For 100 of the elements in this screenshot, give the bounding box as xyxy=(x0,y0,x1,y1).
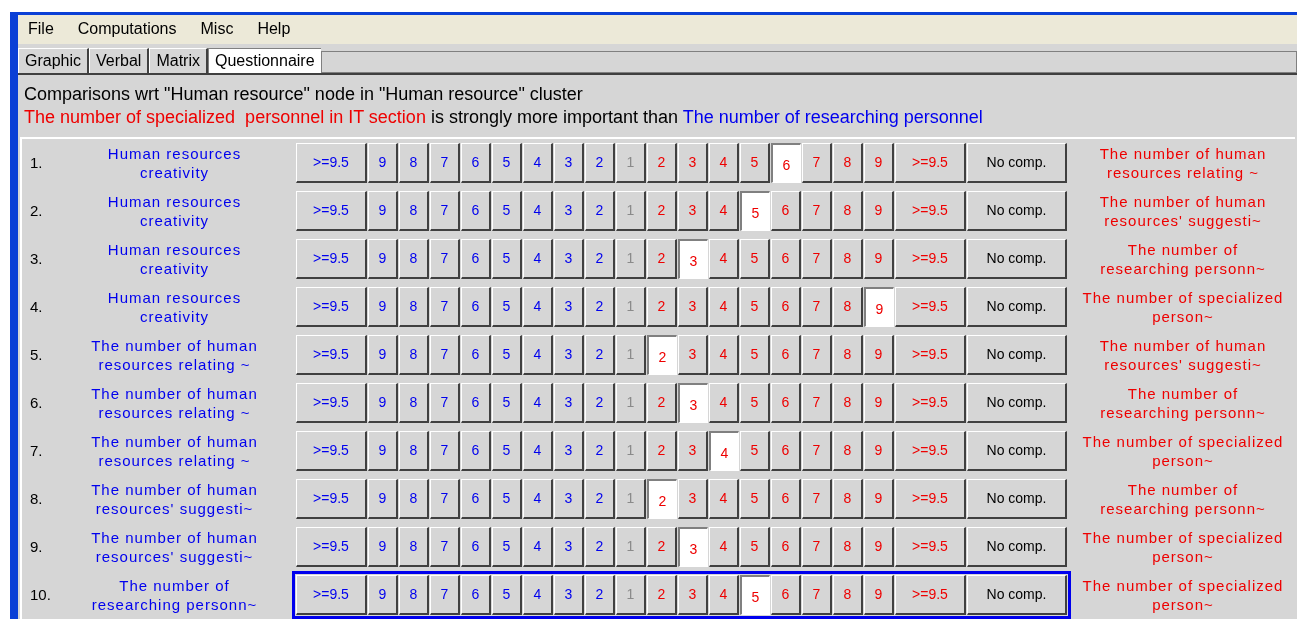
scale-button[interactable]: >=9.5 xyxy=(296,287,367,327)
scale-button[interactable]: 6 xyxy=(461,431,491,471)
scale-button[interactable]: 8 xyxy=(399,143,429,183)
scale-button[interactable]: 8 xyxy=(399,335,429,375)
scale-button[interactable]: No comp. xyxy=(967,527,1067,567)
scale-button[interactable]: 6 xyxy=(461,575,491,615)
tab[interactable]: Graphic xyxy=(18,47,90,73)
scale-button[interactable]: 4 xyxy=(523,335,553,375)
scale-button[interactable]: 2 xyxy=(585,239,615,279)
tab[interactable]: Questionnaire xyxy=(207,47,321,73)
scale-button[interactable]: 9 xyxy=(368,191,398,231)
scale-button[interactable]: 4 xyxy=(523,431,553,471)
scale-button[interactable]: 9 xyxy=(368,239,398,279)
scale-button[interactable]: 3 xyxy=(554,143,584,183)
scale-button[interactable]: 5 xyxy=(740,575,770,615)
scale-button[interactable]: 2 xyxy=(585,335,615,375)
scale-button[interactable]: No comp. xyxy=(967,287,1067,327)
scale-button[interactable]: 5 xyxy=(492,527,522,567)
scale-button[interactable]: 3 xyxy=(678,383,708,423)
scale-button[interactable]: 3 xyxy=(678,527,708,567)
scale-button[interactable]: 5 xyxy=(740,191,770,231)
scale-button[interactable]: 7 xyxy=(430,143,460,183)
scale-button[interactable]: 3 xyxy=(554,575,584,615)
scale-button[interactable]: >=9.5 xyxy=(296,191,367,231)
scale-button[interactable]: 3 xyxy=(554,527,584,567)
scale-button[interactable]: 3 xyxy=(554,287,584,327)
scale-button[interactable]: >=9.5 xyxy=(296,575,367,615)
scale-button[interactable]: No comp. xyxy=(967,479,1067,519)
scale-button[interactable]: 4 xyxy=(523,239,553,279)
scale-button[interactable]: 6 xyxy=(771,143,801,183)
scale-button[interactable]: 6 xyxy=(461,527,491,567)
scale-button[interactable]: 6 xyxy=(461,143,491,183)
scale-button[interactable]: 7 xyxy=(430,575,460,615)
scale-button[interactable]: No comp. xyxy=(967,191,1067,231)
scale-button[interactable]: 7 xyxy=(430,383,460,423)
scale-button[interactable]: 6 xyxy=(461,191,491,231)
scale-button[interactable]: 5 xyxy=(492,191,522,231)
scale-button[interactable]: 6 xyxy=(461,335,491,375)
scale-button[interactable]: 7 xyxy=(430,479,460,519)
scale-button[interactable]: No comp. xyxy=(967,143,1067,183)
scale-button[interactable]: No comp. xyxy=(967,239,1067,279)
scale-button[interactable]: 9 xyxy=(368,287,398,327)
menu-item[interactable]: Help xyxy=(257,17,291,42)
scale-button[interactable]: 8 xyxy=(399,431,429,471)
scale-button[interactable]: 8 xyxy=(399,479,429,519)
menu-item[interactable]: File xyxy=(28,17,54,42)
scale-button[interactable]: 3 xyxy=(678,239,708,279)
scale-button[interactable]: 5 xyxy=(492,287,522,327)
scale-button[interactable]: 3 xyxy=(554,335,584,375)
menu-item[interactable]: Misc xyxy=(200,17,234,42)
menu-item[interactable]: Computations xyxy=(77,17,177,42)
scale-button[interactable]: 2 xyxy=(585,431,615,471)
scale-button[interactable]: 9 xyxy=(368,575,398,615)
scale-button[interactable]: >=9.5 xyxy=(296,431,367,471)
scale-button[interactable]: >=9.5 xyxy=(296,527,367,567)
scale-button[interactable]: 3 xyxy=(554,479,584,519)
scale-button[interactable]: 2 xyxy=(585,143,615,183)
scale-button[interactable]: No comp. xyxy=(967,431,1067,471)
scale-button[interactable]: 3 xyxy=(554,383,584,423)
scale-button[interactable]: 4 xyxy=(523,527,553,567)
scale-button[interactable]: No comp. xyxy=(967,383,1067,423)
scale-button[interactable]: 5 xyxy=(492,143,522,183)
scale-button[interactable]: 2 xyxy=(585,575,615,615)
tab[interactable]: Verbal xyxy=(89,47,150,73)
scale-button[interactable]: 8 xyxy=(399,383,429,423)
scale-button[interactable]: 9 xyxy=(368,431,398,471)
scale-button[interactable]: 9 xyxy=(368,143,398,183)
scale-button[interactable]: 7 xyxy=(430,287,460,327)
scale-button[interactable]: 6 xyxy=(461,239,491,279)
scale-button[interactable]: 2 xyxy=(585,287,615,327)
scale-button[interactable]: 8 xyxy=(399,191,429,231)
scale-button[interactable]: 2 xyxy=(585,191,615,231)
scale-button[interactable]: 4 xyxy=(709,431,739,471)
scale-button[interactable]: >=9.5 xyxy=(296,143,367,183)
scale-button[interactable]: 4 xyxy=(523,479,553,519)
scale-button[interactable]: 4 xyxy=(523,191,553,231)
scale-button[interactable]: 4 xyxy=(523,287,553,327)
scale-button[interactable]: 3 xyxy=(554,431,584,471)
scale-button[interactable]: >=9.5 xyxy=(296,239,367,279)
scale-button[interactable]: 6 xyxy=(461,383,491,423)
scale-button[interactable]: 9 xyxy=(368,383,398,423)
scale-button[interactable]: 5 xyxy=(492,431,522,471)
scale-button[interactable]: 9 xyxy=(368,335,398,375)
scale-button[interactable]: 9 xyxy=(368,527,398,567)
scale-button[interactable]: 2 xyxy=(647,335,677,375)
scale-button[interactable]: 9 xyxy=(864,287,894,327)
scale-button[interactable]: 2 xyxy=(585,479,615,519)
scale-button[interactable]: >=9.5 xyxy=(296,479,367,519)
scale-button[interactable]: 3 xyxy=(554,239,584,279)
tab[interactable]: Matrix xyxy=(149,47,208,73)
scale-button[interactable]: 4 xyxy=(523,143,553,183)
scale-button[interactable]: 8 xyxy=(399,527,429,567)
scale-button[interactable]: 7 xyxy=(430,431,460,471)
scale-button[interactable]: 8 xyxy=(399,287,429,327)
scale-button[interactable]: 2 xyxy=(585,383,615,423)
scale-button[interactable]: 6 xyxy=(461,287,491,327)
scale-button[interactable]: 7 xyxy=(430,527,460,567)
scale-button[interactable]: 9 xyxy=(368,479,398,519)
scale-button[interactable]: 5 xyxy=(492,383,522,423)
scale-button[interactable]: No comp. xyxy=(967,335,1067,375)
